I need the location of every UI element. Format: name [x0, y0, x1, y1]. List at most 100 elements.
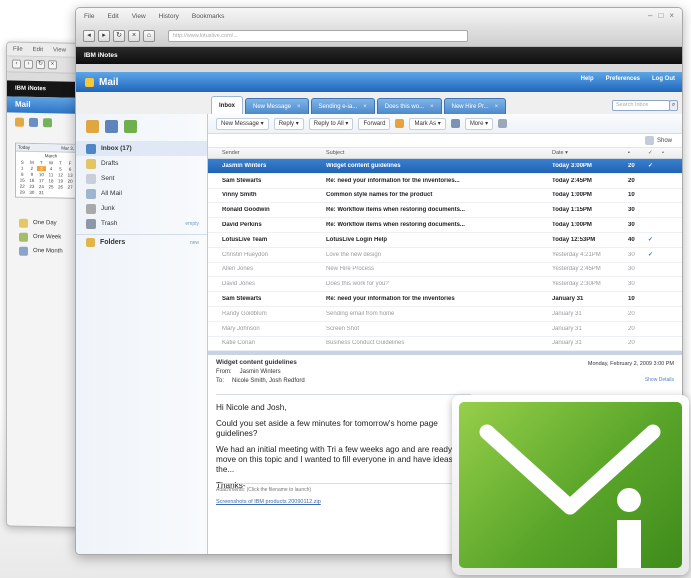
today-button[interactable]: Today — [18, 145, 30, 150]
calendar-day[interactable]: 12 — [56, 172, 65, 177]
new-folder-link[interactable]: new — [190, 240, 199, 246]
calendar-day[interactable]: 10 — [37, 172, 46, 177]
reply-button[interactable]: Reply ▾ — [273, 117, 304, 130]
back-menu-file[interactable]: File — [13, 46, 23, 52]
calendar-day[interactable]: 18 — [47, 178, 56, 183]
forward-arrow-icon[interactable]: › — [24, 59, 33, 69]
empty-trash-link[interactable]: empty — [185, 221, 199, 227]
home-icon[interactable]: ⌂ — [143, 29, 155, 42]
message-row[interactable]: Vinny Smith Common style names for the pr… — [208, 189, 682, 204]
back-arrow-icon[interactable]: ◂ — [83, 29, 95, 42]
folder-trash[interactable]: Trash empty — [76, 216, 207, 231]
reply-all-button[interactable]: Reply to All ▾ — [308, 117, 354, 130]
calendar-day[interactable]: 1 — [18, 166, 27, 171]
close-icon[interactable]: × — [669, 11, 674, 20]
message-row[interactable]: Allen Jones New Hire Process Yesterday 2:4… — [208, 263, 682, 278]
menu-history[interactable]: History — [159, 13, 179, 20]
tab-does-this-work[interactable]: Does this wo... × — [376, 98, 442, 114]
print-icon[interactable] — [498, 119, 508, 128]
mark-as-button[interactable]: Mark As ▾ — [409, 117, 446, 130]
reload-icon[interactable]: ↻ — [36, 60, 45, 70]
column-sender[interactable]: Sender — [222, 150, 326, 156]
message-row[interactable]: Ronald Goodwin Re: Workflow items when re… — [208, 203, 682, 219]
folder-move-icon[interactable] — [395, 119, 405, 128]
calendar-day[interactable]: 22 — [18, 184, 27, 189]
logout-link[interactable]: Log Out — [652, 76, 675, 82]
calendar-icon[interactable] — [124, 120, 137, 133]
new-mail-icon[interactable] — [86, 120, 99, 133]
preferences-link[interactable]: Preferences — [606, 76, 640, 82]
calendar-day[interactable]: 2 — [28, 166, 37, 171]
back-arrow-icon[interactable]: ‹ — [12, 59, 21, 69]
folder-sent[interactable]: Sent — [76, 171, 207, 186]
folder-all-mail[interactable]: All Mail — [76, 186, 207, 201]
message-row[interactable]: Randy Goldblum Sending email from home Jan… — [208, 307, 682, 322]
calendar-day[interactable]: 16 — [28, 178, 37, 183]
minimize-icon[interactable]: – — [648, 11, 652, 20]
menu-file[interactable]: File — [84, 13, 94, 20]
forward-arrow-icon[interactable]: ▸ — [98, 29, 110, 42]
back-menu-view[interactable]: View — [53, 47, 66, 53]
message-row[interactable]: LotusLive Team LotusLive Login Help Today … — [208, 233, 682, 248]
tab-new-hire[interactable]: New Hire Pr... × — [443, 98, 507, 114]
message-row[interactable]: Sam Stewarts Re: need your information fo… — [208, 292, 682, 307]
show-button[interactable]: Show — [657, 138, 672, 144]
calendar-day[interactable]: 30 — [28, 190, 37, 195]
delete-icon[interactable] — [450, 119, 460, 128]
menu-view[interactable]: View — [132, 13, 146, 20]
save-icon[interactable] — [29, 117, 38, 128]
calendar-day[interactable]: 13 — [66, 173, 75, 178]
search-input[interactable]: Search Inbox — [612, 100, 670, 111]
close-icon[interactable]: × — [363, 104, 367, 110]
menu-edit[interactable]: Edit — [107, 13, 118, 20]
url-bar[interactable]: http://www.lotuslive.com/... — [168, 29, 468, 42]
calendar-day[interactable]: 5 — [56, 166, 65, 171]
message-row[interactable]: Mary Johnson Screen Shot January 31 20 — [208, 322, 682, 337]
calendar-day[interactable]: 9 — [28, 172, 37, 177]
close-icon[interactable]: × — [297, 104, 301, 110]
calendar-day[interactable]: 4 — [47, 166, 56, 171]
message-row[interactable]: David Jones Does this work for you? Yester… — [208, 277, 682, 293]
calendar-icon[interactable] — [43, 118, 52, 128]
stop-icon[interactable]: × — [128, 29, 140, 42]
show-icon[interactable] — [644, 136, 654, 145]
message-row[interactable]: Sam Stewarts Re: need your information fo… — [208, 174, 682, 189]
forward-button[interactable]: Forward — [358, 117, 391, 130]
calendar-day[interactable]: 29 — [18, 190, 27, 195]
tab-inbox[interactable]: Inbox — [211, 96, 243, 114]
menu-bookmarks[interactable]: Bookmarks — [192, 13, 225, 20]
calendar-day[interactable]: 24 — [37, 184, 46, 189]
message-row[interactable]: Jasmin Winters Widget content guidelines T… — [208, 159, 682, 174]
calendar-day[interactable]: 26 — [56, 184, 65, 189]
column-size-icon[interactable]: ▪ — [628, 150, 648, 156]
calendar-day[interactable]: 23 — [28, 184, 37, 189]
calendar-day[interactable]: 15 — [18, 178, 27, 183]
tab-sending[interactable]: Sending e-ia... × — [310, 98, 375, 114]
folder-drafts[interactable]: Drafts — [76, 156, 207, 171]
message-row[interactable]: David Perkins Re: Workflow items when res… — [208, 218, 682, 233]
calendar-day[interactable]: 19 — [56, 178, 65, 183]
calendar-day[interactable]: 25 — [47, 184, 56, 189]
calendar-day[interactable]: 27 — [66, 185, 75, 190]
folders-header[interactable]: Folders new — [76, 234, 207, 250]
folder-junk[interactable]: Junk — [76, 201, 207, 216]
more-button[interactable]: More ▾ — [464, 117, 494, 130]
search-icon[interactable]: ⌕ — [669, 100, 678, 111]
new-message-button[interactable]: New Message ▾ — [216, 117, 269, 130]
calendar-day[interactable]: 6 — [66, 167, 75, 172]
message-row[interactable]: Katie Conan Business Conduct Guidelines Ja… — [208, 337, 682, 352]
close-icon[interactable]: × — [430, 104, 434, 110]
calendar-day[interactable]: 17 — [37, 178, 46, 183]
calendar-day[interactable]: 8 — [18, 172, 27, 177]
tab-new-message[interactable]: New Message × — [245, 98, 309, 114]
column-subject[interactable]: Subject — [326, 150, 552, 156]
maximize-icon[interactable]: □ — [658, 11, 663, 20]
from-value[interactable]: Jasmin Winters — [240, 369, 281, 375]
save-icon[interactable] — [105, 120, 118, 133]
show-details-link[interactable]: Show Details — [645, 377, 674, 383]
calendar-day[interactable]: 3 — [37, 166, 46, 172]
back-menu-edit[interactable]: Edit — [33, 46, 43, 52]
column-attach-icon[interactable]: • — [662, 150, 676, 156]
close-icon[interactable]: × — [495, 104, 499, 110]
reload-icon[interactable]: ↻ — [113, 29, 125, 42]
